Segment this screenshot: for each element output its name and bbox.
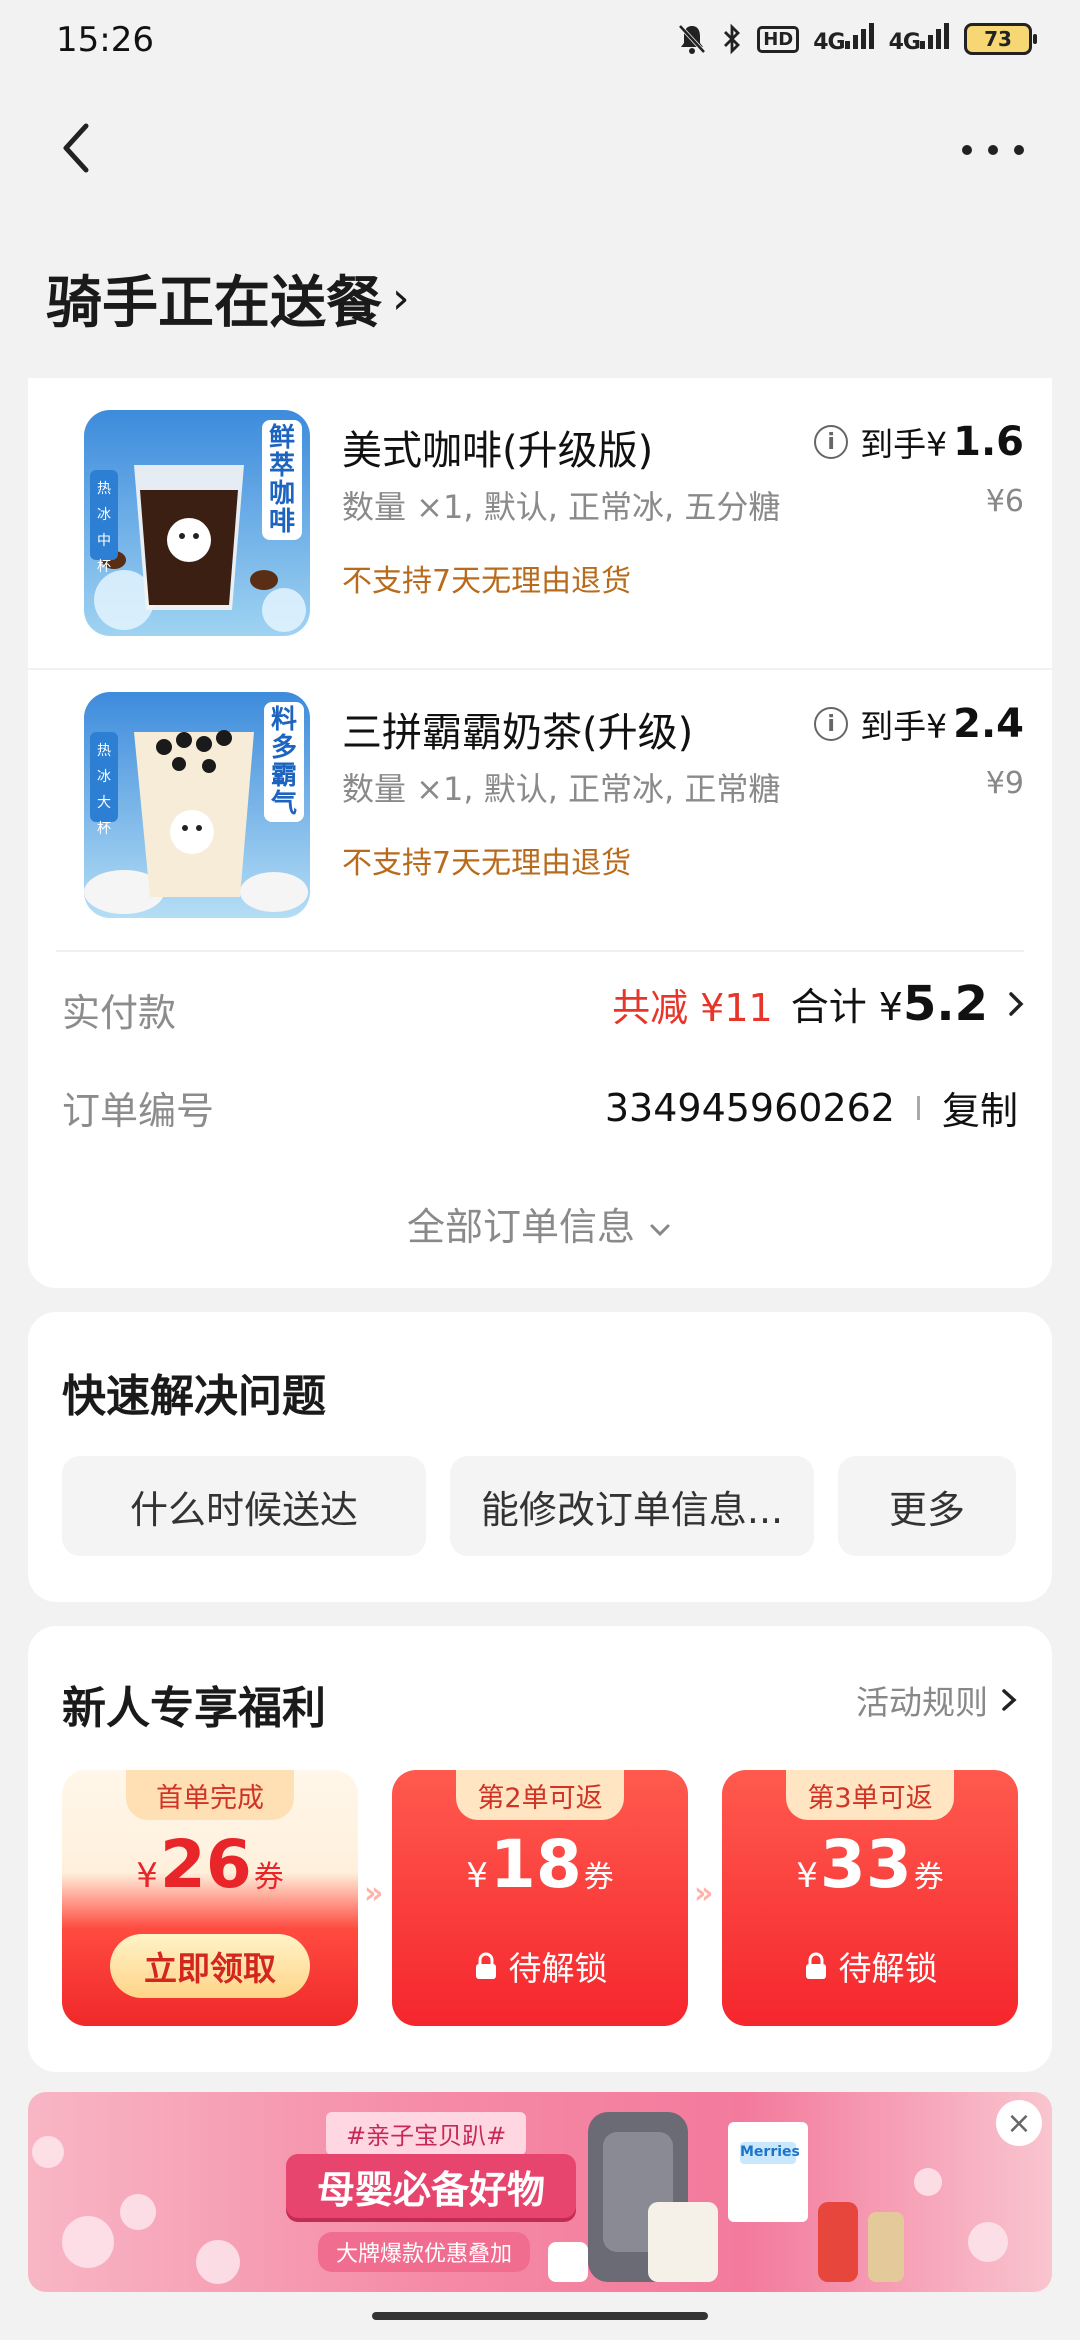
locked-label: 待解锁 bbox=[838, 1949, 938, 1988]
item-name: 三拼霸霸奶茶(升级) bbox=[342, 710, 694, 756]
page-title-text: 骑手正在送餐 bbox=[46, 271, 382, 336]
total-amount: 合计 ¥5.2 bbox=[791, 976, 988, 1032]
quick-solve-title: 快速解决问题 bbox=[62, 1371, 326, 1422]
double-arrow-icon: » bbox=[364, 1876, 384, 1911]
battery-icon: 73 bbox=[964, 23, 1037, 55]
page-title[interactable]: 骑手正在送餐 › bbox=[46, 258, 410, 339]
chevron-right-icon: › bbox=[392, 273, 410, 324]
order-item[interactable]: 鲜萃咖啡 热冰中杯 美式咖啡(升级版) 数量 ×1, 默认, 正常冰, 五分糖 … bbox=[56, 388, 1024, 670]
banner-tag: #亲子宝贝趴# bbox=[326, 2112, 527, 2155]
discount-amount: 共减 ¥11 bbox=[612, 985, 773, 1030]
paid-label: 实付款 bbox=[62, 991, 177, 1035]
divider bbox=[916, 1095, 920, 1120]
original-price: ¥9 bbox=[985, 766, 1024, 801]
coupon-third-order[interactable]: 第3单可返 ¥33 券 待解锁 bbox=[722, 1770, 1018, 2026]
banner-subtitle: 大牌爆款优惠叠加 bbox=[318, 2232, 531, 2272]
banner-title: 母婴必备好物 bbox=[286, 2154, 576, 2218]
total-value: 5.2 bbox=[902, 976, 988, 1032]
item-return-note: 不支持7天无理由退货 bbox=[342, 564, 632, 599]
info-icon[interactable]: i bbox=[814, 425, 849, 459]
item-return-note: 不支持7天无理由退货 bbox=[342, 846, 632, 881]
newcomer-benefits-card: 新人专享福利 活动规则 首单完成 ¥26 券 立即领取 » 第2单可返 ¥18 券 … bbox=[28, 1626, 1052, 2072]
chevron-right-icon bbox=[1009, 992, 1024, 1016]
product-image: 鲜萃咖啡 热冰中杯 bbox=[84, 410, 310, 636]
original-price: ¥6 bbox=[985, 484, 1024, 519]
lock-icon bbox=[475, 1952, 496, 1979]
promo-banner[interactable]: Merries #亲子宝贝趴# 母婴必备好物 大牌爆款优惠叠加 × bbox=[28, 2092, 1052, 2292]
quick-chip-more[interactable]: 更多 bbox=[838, 1456, 1016, 1556]
benefits-title: 新人专享福利 bbox=[62, 1683, 326, 1734]
bluetooth-icon bbox=[724, 23, 741, 55]
divider bbox=[56, 950, 1024, 952]
chevron-right-icon bbox=[1002, 1689, 1017, 1711]
final-price[interactable]: i 到手¥ 2.4 bbox=[814, 700, 1024, 748]
final-price-prefix: 到手¥ bbox=[860, 707, 948, 746]
final-price-value: 2.4 bbox=[953, 701, 1024, 747]
order-number-row: 334945960262 复制 bbox=[605, 1080, 1018, 1135]
item-spec: 数量 ×1, 默认, 正常冰, 正常糖 bbox=[342, 770, 781, 808]
coupon-locked: 待解锁 bbox=[722, 1942, 1018, 1990]
chevron-down-icon bbox=[650, 1224, 670, 1237]
more-button[interactable] bbox=[962, 140, 1024, 160]
coupon-amount: ¥33 券 bbox=[796, 1826, 944, 1903]
lock-icon bbox=[805, 1952, 826, 1979]
activity-rules-link[interactable]: 活动规则 bbox=[856, 1676, 1018, 1724]
final-price[interactable]: i 到手¥ 1.6 bbox=[814, 418, 1024, 466]
hd-icon: HD bbox=[757, 25, 800, 53]
order-number-label: 订单编号 bbox=[62, 1089, 215, 1133]
coupon-amount: ¥26 券 bbox=[136, 1826, 284, 1903]
claim-now-button[interactable]: 立即领取 bbox=[110, 1934, 310, 1998]
signal-label: 4G bbox=[813, 30, 845, 55]
banner-brand: Merries bbox=[740, 2144, 800, 2160]
more-dots-icon bbox=[962, 145, 972, 155]
activity-rules-label: 活动规则 bbox=[856, 1683, 988, 1722]
product-image: 料多霸气 热冰大杯 bbox=[84, 692, 310, 918]
copy-button[interactable]: 复制 bbox=[942, 1080, 1018, 1135]
back-button[interactable] bbox=[56, 118, 96, 178]
coupon-second-order[interactable]: 第2单可返 ¥18 券 待解锁 bbox=[392, 1770, 688, 2026]
final-price-value: 1.6 bbox=[953, 419, 1024, 465]
final-price-prefix: 到手¥ bbox=[860, 425, 948, 464]
signal-icon: 4G bbox=[889, 23, 950, 55]
coupon-tag: 第3单可返 bbox=[786, 1770, 954, 1820]
order-item[interactable]: 料多霸气 热冰大杯 三拼霸霸奶茶(升级) 数量 ×1, 默认, 正常冰, 正常糖… bbox=[56, 670, 1024, 952]
status-icons: HD 4G 4G 73 bbox=[677, 18, 1037, 60]
info-icon[interactable]: i bbox=[814, 707, 849, 741]
all-order-info-toggle[interactable]: 全部订单信息 bbox=[28, 1196, 1052, 1251]
quick-solve-card: 快速解决问题 什么时候送达 能修改订单信息... 更多 bbox=[28, 1312, 1052, 1602]
all-order-info-label: 全部订单信息 bbox=[406, 1205, 635, 1249]
quick-chip-delivery-time[interactable]: 什么时候送达 bbox=[62, 1456, 426, 1556]
locked-label: 待解锁 bbox=[508, 1949, 608, 1988]
coupon-tag: 第2单可返 bbox=[456, 1770, 624, 1820]
chevron-left-icon bbox=[63, 123, 89, 173]
order-number: 334945960262 bbox=[604, 1085, 895, 1130]
signal-icon: 4G bbox=[813, 23, 874, 55]
item-spec: 数量 ×1, 默认, 正常冰, 五分糖 bbox=[342, 488, 781, 526]
coupon-first-order[interactable]: 首单完成 ¥26 券 立即领取 bbox=[62, 1770, 358, 2026]
thumb-badge: 鲜萃咖啡 bbox=[268, 423, 295, 537]
coupon-tag: 首单完成 bbox=[126, 1770, 294, 1820]
home-indicator[interactable] bbox=[372, 2312, 708, 2320]
total-label: 合计 ¥ bbox=[790, 985, 903, 1029]
close-icon[interactable]: × bbox=[996, 2100, 1042, 2146]
thumb-tags: 热冰大杯 bbox=[97, 743, 111, 837]
paid-summary[interactable]: 共减 ¥11 合计 ¥5.2 bbox=[612, 976, 1026, 1032]
signal-label: 4G bbox=[888, 30, 921, 55]
status-time: 15:26 bbox=[56, 20, 154, 60]
item-name: 美式咖啡(升级版) bbox=[342, 428, 654, 474]
quick-chip-modify-order[interactable]: 能修改订单信息... bbox=[450, 1456, 814, 1556]
double-arrow-icon: » bbox=[694, 1876, 714, 1911]
coupon-amount: ¥18 券 bbox=[466, 1826, 614, 1903]
coupon-locked: 待解锁 bbox=[392, 1942, 688, 1990]
thumb-badge: 料多霸气 bbox=[270, 705, 297, 819]
thumb-tags: 热冰中杯 bbox=[97, 481, 111, 575]
order-card: 鲜萃咖啡 热冰中杯 美式咖啡(升级版) 数量 ×1, 默认, 正常冰, 五分糖 … bbox=[28, 378, 1052, 1288]
mute-bell-icon bbox=[678, 24, 706, 54]
